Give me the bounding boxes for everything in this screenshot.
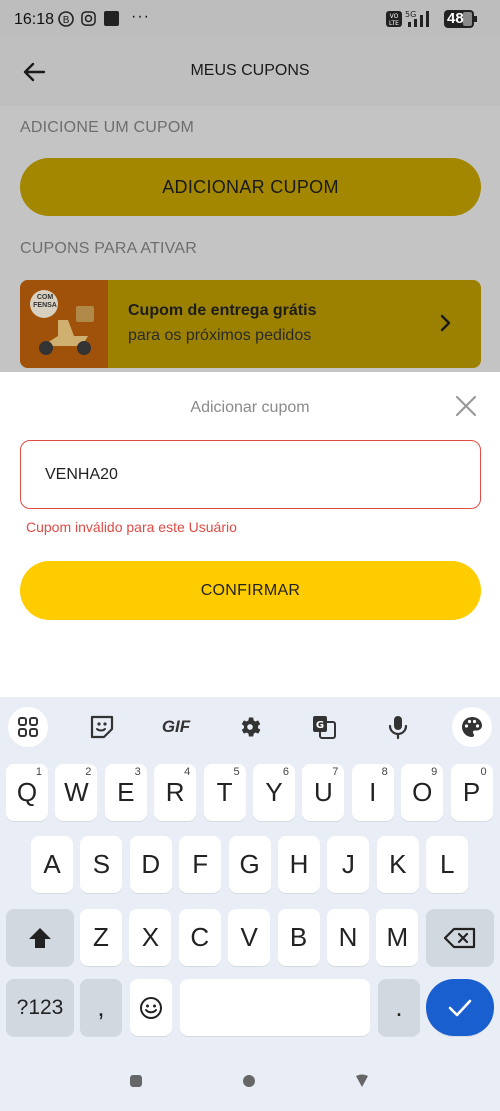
key-hint: 8 <box>381 766 388 778</box>
gif-button[interactable]: GIF <box>156 707 196 747</box>
screen: 16:18 B ··· VO LTE 5G 48 MEUS CUPONS ADI… <box>0 0 500 1111</box>
palette-icon[interactable] <box>452 707 492 747</box>
key-p[interactable]: P0 <box>450 764 493 821</box>
svg-text:VO: VO <box>390 13 399 20</box>
key-hint: 5 <box>233 766 240 778</box>
key-hint: 9 <box>431 766 438 778</box>
key-d[interactable]: D <box>129 836 172 893</box>
key-hint: 6 <box>282 766 289 778</box>
key-label: I <box>369 777 377 807</box>
key-label: P <box>462 777 481 807</box>
key-label: Q <box>16 777 38 807</box>
key-label: W <box>64 777 89 807</box>
coupon-code-input[interactable] <box>20 440 481 509</box>
key-t[interactable]: T5 <box>203 764 246 821</box>
svg-text:G: G <box>316 720 324 731</box>
status-bar: 16:18 B ··· VO LTE 5G 48 <box>0 0 500 38</box>
navigation-bar <box>0 1049 500 1111</box>
thumb-text: COM FENSA <box>33 294 57 309</box>
key-hint: 2 <box>85 766 92 778</box>
key-a[interactable]: A <box>31 836 73 893</box>
translate-icon[interactable]: G <box>304 707 344 747</box>
gear-icon[interactable] <box>230 707 270 747</box>
recents-nav-icon[interactable] <box>130 1075 142 1087</box>
key-q[interactable]: Q1 <box>6 764 48 821</box>
app-header: MEUS CUPONS <box>0 38 500 106</box>
key-r[interactable]: R4 <box>154 764 197 821</box>
svg-text:LTE: LTE <box>389 20 399 27</box>
comma-key[interactable]: , <box>80 979 122 1036</box>
key-v[interactable]: V <box>228 909 271 966</box>
shift-key[interactable] <box>6 909 74 966</box>
key-i[interactable]: I8 <box>351 764 394 821</box>
key-hint: 7 <box>332 766 339 778</box>
back-nav-icon[interactable] <box>355 1074 369 1093</box>
svg-text:5G: 5G <box>405 10 416 19</box>
volte-icon: VO LTE <box>386 11 402 27</box>
key-s[interactable]: S <box>80 836 123 893</box>
key-w[interactable]: W2 <box>55 764 98 821</box>
coupon-card-title: Cupom de entrega grátis <box>128 302 317 319</box>
period-key[interactable]: . <box>378 979 420 1036</box>
coupon-error-message: Cupom inválido para este Usuário <box>26 519 237 535</box>
key-y[interactable]: Y6 <box>253 764 295 821</box>
key-hint: 3 <box>134 766 141 778</box>
svg-text:B: B <box>63 15 70 26</box>
key-label: R <box>165 777 185 807</box>
key-x[interactable]: X <box>129 909 172 966</box>
section-add-coupon-label: ADICIONE UM CUPOM <box>20 119 195 136</box>
add-coupon-sheet: Adicionar cupom Cupom inválido para este… <box>0 372 500 697</box>
scooter-illustration: COM FENSA <box>20 280 108 368</box>
battery-level: 48 <box>447 10 464 27</box>
key-c[interactable]: C <box>178 909 221 966</box>
symbols-key[interactable]: ?123 <box>6 979 74 1036</box>
key-l[interactable]: L <box>426 836 469 893</box>
key-b[interactable]: B <box>277 909 320 966</box>
key-e[interactable]: E3 <box>104 764 147 821</box>
chevron-right-icon <box>439 314 451 337</box>
status-time: 16:18 <box>14 11 55 28</box>
key-z[interactable]: Z <box>80 909 122 966</box>
battery-icon: 48 <box>444 10 478 28</box>
microphone-icon[interactable] <box>378 707 418 747</box>
key-label: T <box>216 777 233 807</box>
key-label: O <box>412 777 433 807</box>
sheet-title: Adicionar cupom <box>190 399 310 416</box>
home-nav-icon[interactable] <box>243 1075 255 1087</box>
apps-grid-icon[interactable] <box>8 707 48 747</box>
key-g[interactable]: G <box>228 836 271 893</box>
instagram-icon <box>81 11 96 26</box>
emoji-key[interactable] <box>130 979 172 1036</box>
confirm-button[interactable]: CONFIRMAR <box>20 561 481 620</box>
key-hint: 4 <box>184 766 191 778</box>
section-activate-label: CUPONS PARA ATIVAR <box>20 240 197 257</box>
space-key[interactable] <box>180 979 370 1036</box>
backspace-key[interactable] <box>426 909 494 966</box>
page-title: MEUS CUPONS <box>190 62 310 79</box>
b-notification-icon: B <box>58 11 74 27</box>
key-o[interactable]: O9 <box>401 764 444 821</box>
key-k[interactable]: K <box>376 836 419 893</box>
close-icon[interactable] <box>454 394 478 418</box>
key-hint: 1 <box>35 766 42 778</box>
free-delivery-coupon-card[interactable]: COM FENSA Cupom de entrega grátis para o… <box>20 280 481 368</box>
key-label: Y <box>265 777 283 807</box>
signal-5g-icon: 5G <box>405 9 437 29</box>
key-label: E <box>117 777 135 807</box>
key-label: U <box>314 777 333 807</box>
key-n[interactable]: N <box>327 909 369 966</box>
sticker-icon[interactable] <box>82 707 122 747</box>
app-notification-icon <box>104 11 119 26</box>
key-f[interactable]: F <box>179 836 222 893</box>
coupon-card-subtitle: para os próximos pedidos <box>128 327 312 344</box>
key-h[interactable]: H <box>278 836 320 893</box>
more-notifications-icon: ··· <box>131 8 150 25</box>
coupons-page-background: MEUS CUPONS ADICIONE UM CUPOM ADICIONAR … <box>0 38 500 372</box>
key-u[interactable]: U7 <box>302 764 345 821</box>
key-hint: 0 <box>480 766 487 778</box>
enter-key[interactable] <box>426 979 494 1036</box>
add-coupon-button[interactable]: ADICIONAR CUPOM <box>20 158 481 216</box>
key-m[interactable]: M <box>376 909 419 966</box>
key-j[interactable]: J <box>327 836 370 893</box>
